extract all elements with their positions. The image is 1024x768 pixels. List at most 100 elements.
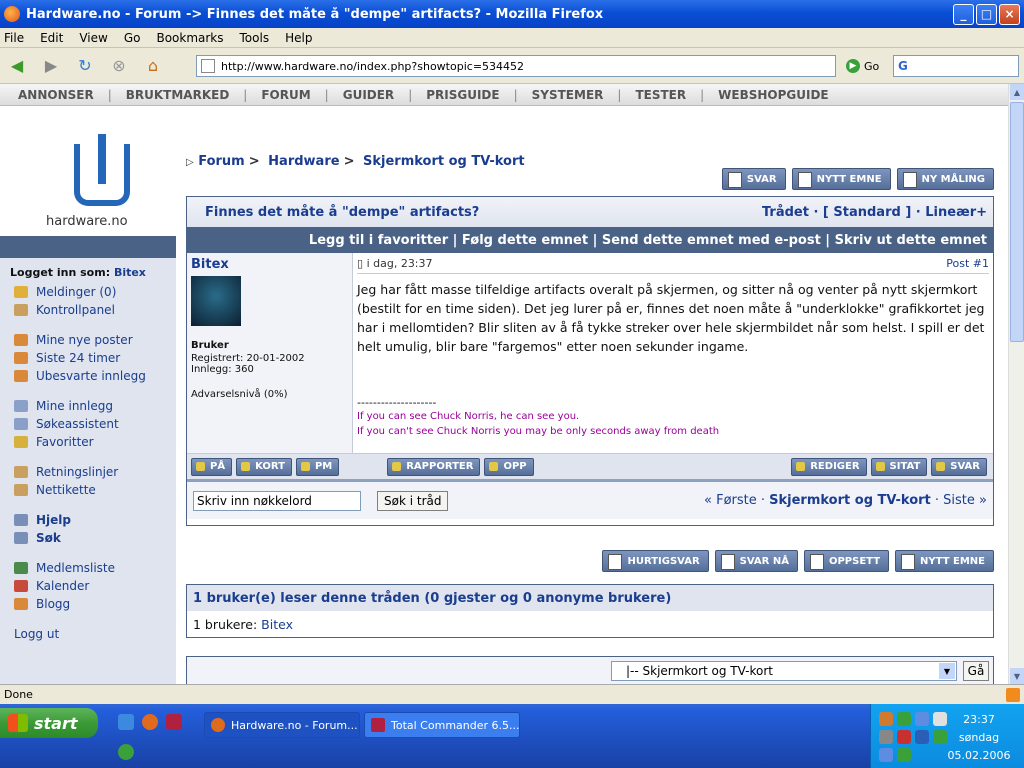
report-button[interactable]: RAPPORTER — [387, 457, 481, 476]
reader-username[interactable]: Bitex — [261, 617, 293, 632]
total-commander-quicklaunch-icon[interactable] — [166, 714, 182, 730]
blog-icon — [14, 598, 28, 610]
menu-edit[interactable]: Edit — [40, 31, 63, 45]
sidebar-item-messages[interactable]: Meldinger (0) — [0, 283, 176, 301]
menu-view[interactable]: View — [79, 31, 107, 45]
forum-jump-go-button[interactable]: Gå — [963, 661, 989, 681]
back-icon[interactable]: ◀ — [4, 53, 30, 79]
new-topic-button[interactable]: NYTT EMNE — [791, 168, 891, 190]
tray-icon-5[interactable] — [879, 730, 893, 744]
pagenav-last[interactable]: Siste » — [943, 493, 987, 508]
sidebar-item-last-24h[interactable]: Siste 24 timer — [0, 349, 176, 367]
thread-search-button[interactable]: Søk i tråd — [377, 490, 449, 511]
menu-bookmarks[interactable]: Bookmarks — [156, 31, 223, 45]
topnav-forum[interactable]: FORUM — [261, 88, 310, 102]
maximize-button[interactable]: □ — [976, 3, 997, 25]
clock[interactable]: 23:37 søndag 05.02.2006 — [944, 712, 1014, 764]
post-number[interactable]: Post #1 — [946, 257, 989, 270]
reply-now-button[interactable]: SVAR NÅ — [714, 550, 798, 572]
forum-jump-select[interactable]: |-- Skjermkort og TV-kort ▼ — [611, 661, 957, 681]
reply-button[interactable]: SVAR — [721, 168, 786, 190]
volume-icon[interactable] — [915, 730, 929, 744]
breadcrumb-forum[interactable]: Forum — [198, 154, 245, 169]
tray-icon-9[interactable] — [879, 748, 893, 762]
scroll-down-icon[interactable]: ▼ — [1010, 668, 1024, 684]
search-box[interactable]: G — [893, 55, 1019, 77]
scroll-up-icon[interactable]: ▲ — [1010, 84, 1024, 100]
window-titlebar[interactable]: Hardware.no - Forum -> Finnes det måte å… — [0, 0, 1024, 28]
sidebar-item-search-assistant[interactable]: Søkeassistent — [0, 415, 176, 433]
close-button[interactable]: × — [999, 3, 1020, 25]
vertical-scrollbar[interactable]: ▲ ▼ — [1008, 84, 1024, 684]
taskbar: start Hardware.no - Forum... Total Comma… — [0, 704, 1024, 768]
online-button[interactable]: PÅ — [191, 457, 233, 476]
rss-icon[interactable] — [1006, 688, 1020, 702]
url-bar[interactable]: http://www.hardware.no/index.php?showtop… — [196, 55, 836, 77]
card-button[interactable]: KORT — [236, 457, 292, 476]
home-icon[interactable]: ⌂ — [140, 53, 166, 79]
sidebar-item-netiquette[interactable]: Nettikette — [0, 481, 176, 499]
tray-icon-10[interactable] — [897, 748, 911, 762]
clock-day: søndag — [958, 731, 1000, 744]
scroll-thumb[interactable] — [1010, 102, 1024, 342]
topnav-webshopguide[interactable]: WEBSHOPGUIDE — [718, 88, 828, 102]
sidebar-item-blog[interactable]: Blogg — [0, 595, 176, 613]
edit-button[interactable]: REDIGER — [791, 457, 867, 476]
thread-search-input[interactable]: Skriv inn nøkkelord — [193, 490, 361, 511]
go-button[interactable]: ▶ Go — [846, 59, 879, 73]
taskbar-item-firefox[interactable]: Hardware.no - Forum... — [204, 712, 360, 738]
topnav-annonser[interactable]: ANNONSER — [18, 88, 94, 102]
breadcrumb-hardware[interactable]: Hardware — [268, 154, 339, 169]
thread-view-modes[interactable]: Trådet · [ Standard ] · Lineær+ — [762, 205, 987, 220]
control-panel-icon — [14, 304, 28, 316]
new-topic-bottom-button[interactable]: NYTT EMNE — [895, 550, 994, 572]
menu-help[interactable]: Help — [285, 31, 312, 45]
topnav-tester[interactable]: TESTER — [635, 88, 686, 102]
options-button[interactable]: OPPSETT — [803, 550, 890, 572]
minimize-button[interactable]: _ — [953, 3, 974, 25]
globe-icon[interactable] — [118, 744, 134, 760]
menu-go[interactable]: Go — [124, 31, 141, 45]
pagenav-forum[interactable]: Skjermkort og TV-kort — [769, 493, 931, 508]
topnav-guider[interactable]: GUIDER — [343, 88, 394, 102]
top-button[interactable]: OPP — [484, 457, 534, 476]
tray-icon-2[interactable] — [897, 712, 911, 726]
sidebar-item-unanswered[interactable]: Ubesvarte innlegg — [0, 367, 176, 385]
sidebar-item-calendar[interactable]: Kalender — [0, 577, 176, 595]
sidebar-item-my-posts[interactable]: Mine innlegg — [0, 397, 176, 415]
post-username[interactable]: Bitex — [191, 257, 348, 272]
sidebar-item-memberlist[interactable]: Medlemsliste — [0, 559, 176, 577]
tray-icon-6[interactable] — [897, 730, 911, 744]
desktop-icon[interactable] — [118, 714, 134, 730]
stop-icon[interactable]: ⊗ — [106, 53, 132, 79]
taskbar-item-total-commander[interactable]: Total Commander 6.5... — [364, 712, 520, 738]
start-button[interactable]: start — [0, 708, 98, 738]
sidebar-item-help[interactable]: Hjelp — [0, 511, 176, 529]
quote-button[interactable]: SITAT — [870, 457, 928, 476]
topnav-bruktmarked[interactable]: BRUKTMARKED — [126, 88, 230, 102]
menu-tools[interactable]: Tools — [240, 31, 270, 45]
sidebar-item-logout[interactable]: Logg ut — [0, 625, 176, 643]
breadcrumb-skjermkort[interactable]: Skjermkort og TV-kort — [363, 154, 525, 169]
sidebar-item-new-posts[interactable]: Mine nye poster — [0, 331, 176, 349]
sidebar-item-favorites[interactable]: Favoritter — [0, 433, 176, 451]
firefox-quicklaunch-icon[interactable] — [142, 714, 158, 730]
sidebar-item-guidelines[interactable]: Retningslinjer — [0, 463, 176, 481]
topnav-systemer[interactable]: SYSTEMER — [532, 88, 604, 102]
forward-icon[interactable]: ▶ — [38, 53, 64, 79]
tray-icon-1[interactable] — [879, 712, 893, 726]
quick-reply-button[interactable]: HURTIGSVAR — [602, 550, 709, 572]
tray-icon-3[interactable] — [915, 712, 929, 726]
reload-icon[interactable]: ↻ — [72, 53, 98, 79]
sidebar-item-control-panel[interactable]: Kontrollpanel — [0, 301, 176, 319]
login-username[interactable]: Bitex — [114, 266, 146, 279]
site-logo[interactable]: hardware.no — [0, 106, 176, 236]
post-reply-button[interactable]: SVAR — [931, 457, 987, 476]
pagenav-first[interactable]: « Første — [704, 493, 757, 508]
sidebar-item-search[interactable]: Søk — [0, 529, 176, 547]
new-poll-button[interactable]: NY MÅLING — [896, 168, 994, 190]
menu-file[interactable]: File — [4, 31, 24, 45]
pm-button[interactable]: PM — [295, 457, 340, 476]
thread-links[interactable]: Legg til i favoritter | Følg dette emnet… — [187, 227, 993, 253]
topnav-prisguide[interactable]: PRISGUIDE — [426, 88, 499, 102]
